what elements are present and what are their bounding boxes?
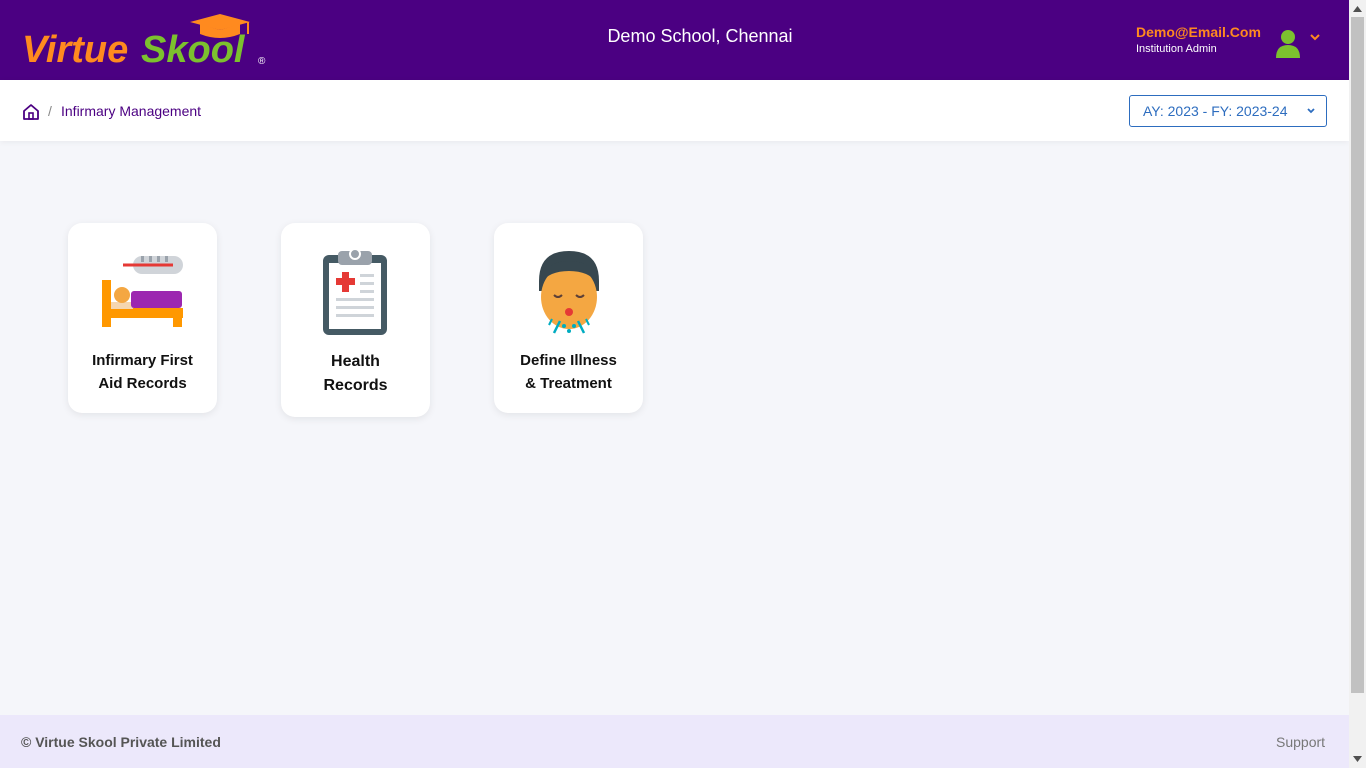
user-email: Demo@Email.Com [1136, 24, 1261, 40]
breadcrumb-current: Infirmary Management [61, 103, 202, 119]
user-avatar-icon[interactable] [1274, 27, 1302, 59]
svg-text:Skool: Skool [141, 29, 246, 70]
sick-face-icon [539, 251, 599, 334]
chevron-down-icon [1307, 108, 1315, 114]
medical-clipboard-icon [323, 248, 387, 335]
virtueskool-logo[interactable]: Virtue Skool ® [20, 12, 270, 70]
tile-label: Health Records [323, 353, 388, 394]
scrollbar-thumb[interactable] [1351, 17, 1364, 693]
tile-infirmary-first-aid-records[interactable]: Infirmary First Aid Records [68, 223, 217, 413]
user-info[interactable]: Demo@Email.Com Institution Admin [1136, 24, 1261, 55]
scroll-up-arrow-icon[interactable] [1353, 6, 1362, 12]
tile-label: Define Illness & Treatment [520, 352, 617, 392]
support-link[interactable]: Support [1276, 734, 1325, 750]
vertical-scrollbar[interactable] [1349, 0, 1366, 768]
scroll-down-arrow-icon[interactable] [1353, 756, 1362, 762]
svg-text:Virtue: Virtue [22, 29, 128, 70]
tile-label: Infirmary First Aid Records [92, 352, 193, 392]
tile-health-records[interactable]: Health Records [281, 223, 430, 417]
breadcrumb-separator: / [48, 103, 52, 119]
academic-year-value: AY: 2023 - FY: 2023-24 [1143, 103, 1288, 119]
home-icon[interactable] [21, 102, 41, 122]
tile-define-illness-treatment[interactable]: Define Illness & Treatment [494, 223, 643, 413]
chevron-down-icon[interactable] [1309, 32, 1321, 42]
academic-year-select[interactable]: AY: 2023 - FY: 2023-24 [1129, 95, 1327, 127]
user-role: Institution Admin [1136, 43, 1217, 55]
copyright-text: © Virtue Skool Private Limited [21, 734, 221, 750]
bed-thermometer-icon [102, 256, 183, 327]
svg-text:®: ® [258, 56, 266, 67]
